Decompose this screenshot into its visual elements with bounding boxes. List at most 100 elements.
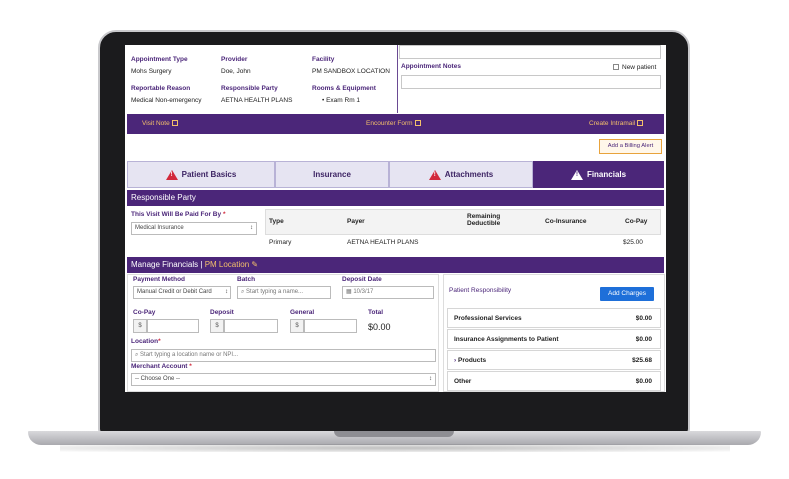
deposit-date-label: Deposit Date bbox=[342, 276, 382, 283]
location-input[interactable]: ⌕ Start typing a location name or NPI... bbox=[131, 349, 436, 362]
resp-row-amount: $0.00 bbox=[635, 378, 652, 385]
batch-input[interactable]: ⌕ Start typing a name... bbox=[237, 286, 331, 299]
new-patient-label: New patient bbox=[622, 64, 657, 71]
tab-insurance-label: Insurance bbox=[313, 170, 351, 179]
rooms-equipment-text: Exam Rm 1 bbox=[326, 97, 361, 104]
encounter-form-label: Encounter Form bbox=[366, 120, 413, 127]
appointment-notes-input[interactable] bbox=[401, 75, 661, 89]
calendar-icon: ▦ bbox=[346, 289, 352, 295]
deposit-date-input[interactable]: ▦ 10/3/17 bbox=[342, 286, 434, 299]
deposit-date-value: 10/3/17 bbox=[353, 289, 374, 295]
resp-row-products-label: › Products bbox=[454, 357, 486, 364]
select-arrows-icon: ↕ bbox=[250, 225, 253, 231]
col-co-insurance: Co-Insurance bbox=[545, 218, 587, 225]
merchant-account-select[interactable]: -- Choose One -- ↕ bbox=[131, 373, 436, 386]
batch-placeholder: Start typing a name... bbox=[246, 289, 304, 295]
select-arrows-icon: ↕ bbox=[429, 376, 432, 382]
location-label-text: Location bbox=[131, 338, 159, 345]
appointment-type-label: Appointment Type bbox=[131, 56, 188, 63]
tab-attachments-label: Attachments bbox=[444, 170, 494, 179]
tab-patient-basics[interactable]: ! Patient Basics bbox=[127, 161, 275, 188]
general-input[interactable] bbox=[304, 319, 357, 333]
resp-row-label: Products bbox=[457, 357, 487, 364]
resp-row-professional-services: Professional Services $0.00 bbox=[447, 308, 661, 328]
responsible-party-value: AETNA HEALTH PLANS bbox=[221, 97, 293, 104]
appointment-notes-label: Appointment Notes bbox=[401, 63, 461, 70]
external-link-icon bbox=[637, 120, 644, 126]
total-value: $0.00 bbox=[368, 322, 391, 332]
visit-note-link[interactable]: Visit Note bbox=[142, 120, 178, 127]
manage-financials-header: Manage Financials | PM Location ✎ bbox=[127, 257, 664, 273]
col-type: Type bbox=[269, 218, 284, 225]
create-intramail-label: Create Intramail bbox=[589, 120, 636, 127]
copay-input[interactable] bbox=[147, 319, 199, 333]
reportable-reason-value: Medical Non-emergency bbox=[131, 97, 202, 104]
deposit-currency: $ bbox=[210, 319, 224, 333]
deposit-input[interactable] bbox=[224, 319, 278, 333]
merchant-account-label-text: Merchant Account bbox=[131, 363, 188, 370]
responsible-party-label: Responsible Party bbox=[221, 85, 278, 92]
manage-financials-title: Manage Financials bbox=[131, 260, 199, 269]
resp-row-products[interactable]: › Products $25.68 bbox=[447, 350, 661, 370]
column-divider bbox=[397, 45, 398, 113]
resp-row-label: Professional Services bbox=[454, 315, 522, 322]
tab-financials[interactable]: ! Financials bbox=[533, 161, 664, 188]
responsible-party-header: Responsible Party bbox=[127, 190, 664, 206]
payer-table-header bbox=[265, 209, 661, 235]
payment-method-select[interactable]: Manual Credit or Debit Card ↕ bbox=[133, 286, 231, 299]
select-arrows-icon: ↕ bbox=[225, 289, 228, 295]
links-bar: Visit Note Encounter Form Create Intrama… bbox=[127, 114, 664, 134]
paid-by-label: This Visit Will Be Paid For By * bbox=[131, 211, 226, 218]
resp-row-amount: $0.00 bbox=[635, 315, 652, 322]
paid-by-select[interactable]: Medical Insurance ↕ bbox=[131, 222, 257, 235]
tab-attachments[interactable]: ! Attachments bbox=[389, 161, 533, 188]
warning-icon: ! bbox=[165, 169, 178, 180]
rooms-equipment-label: Rooms & Equipment bbox=[312, 85, 376, 92]
pm-location-link[interactable]: PM Location ✎ bbox=[205, 260, 258, 269]
tab-patient-basics-label: Patient Basics bbox=[181, 170, 237, 179]
provider-value: Doe, John bbox=[221, 68, 251, 75]
chevron-right-icon: › bbox=[454, 357, 457, 364]
batch-label: Batch bbox=[237, 276, 256, 283]
provider-label: Provider bbox=[221, 56, 248, 63]
merchant-account-label: Merchant Account * bbox=[131, 363, 192, 370]
location-placeholder: Start typing a location name or NPI... bbox=[140, 352, 239, 358]
external-link-icon bbox=[414, 120, 421, 126]
location-label: Location* bbox=[131, 338, 161, 345]
row-copay: $25.00 bbox=[623, 239, 643, 246]
visit-note-label: Visit Note bbox=[142, 120, 170, 127]
create-intramail-link[interactable]: Create Intramail bbox=[589, 120, 644, 127]
copay-currency: $ bbox=[133, 319, 147, 333]
row-type: Primary bbox=[269, 239, 292, 246]
payment-method-value: Manual Credit or Debit Card bbox=[137, 289, 212, 295]
col-remaining-deductible: Remaining Deductible bbox=[467, 213, 501, 227]
facility-label: Facility bbox=[312, 56, 335, 63]
facility-value: PM SANDBOX LOCATION bbox=[312, 68, 390, 75]
top-notes-box[interactable] bbox=[399, 45, 661, 59]
warning-icon: ! bbox=[428, 169, 441, 180]
laptop-notch bbox=[334, 431, 454, 437]
tab-financials-label: Financials bbox=[586, 170, 627, 179]
pm-location-label: PM Location bbox=[204, 260, 250, 269]
add-charges-button[interactable]: Add Charges bbox=[600, 287, 654, 301]
external-link-icon bbox=[171, 120, 178, 126]
add-billing-alert-button[interactable]: Add a Billing Alert bbox=[599, 139, 662, 154]
general-currency: $ bbox=[290, 319, 304, 333]
col-payer: Payer bbox=[347, 218, 365, 225]
copay-label: Co-Pay bbox=[133, 309, 156, 316]
total-label: Total bbox=[368, 309, 384, 316]
paid-by-value: Medical Insurance bbox=[135, 225, 184, 231]
tab-insurance[interactable]: Insurance bbox=[275, 161, 389, 188]
new-patient-checkbox[interactable] bbox=[613, 64, 619, 70]
warning-icon: ! bbox=[570, 169, 583, 180]
resp-row-label: Other bbox=[454, 378, 472, 385]
col-co-pay: Co-Pay bbox=[625, 218, 648, 225]
app-screen: Appointment Type Mohs Surgery Provider D… bbox=[125, 45, 666, 392]
reportable-reason-label: Reportable Reason bbox=[131, 85, 191, 92]
encounter-form-link[interactable]: Encounter Form bbox=[366, 120, 421, 127]
row-payer: AETNA HEALTH PLANS bbox=[347, 239, 419, 246]
resp-row-other: Other $0.00 bbox=[447, 371, 661, 391]
patient-responsibility-label: Patient Responsibility bbox=[449, 287, 512, 294]
paid-by-label-text: This Visit Will Be Paid For By bbox=[131, 211, 222, 218]
appointment-type-value: Mohs Surgery bbox=[131, 68, 172, 75]
